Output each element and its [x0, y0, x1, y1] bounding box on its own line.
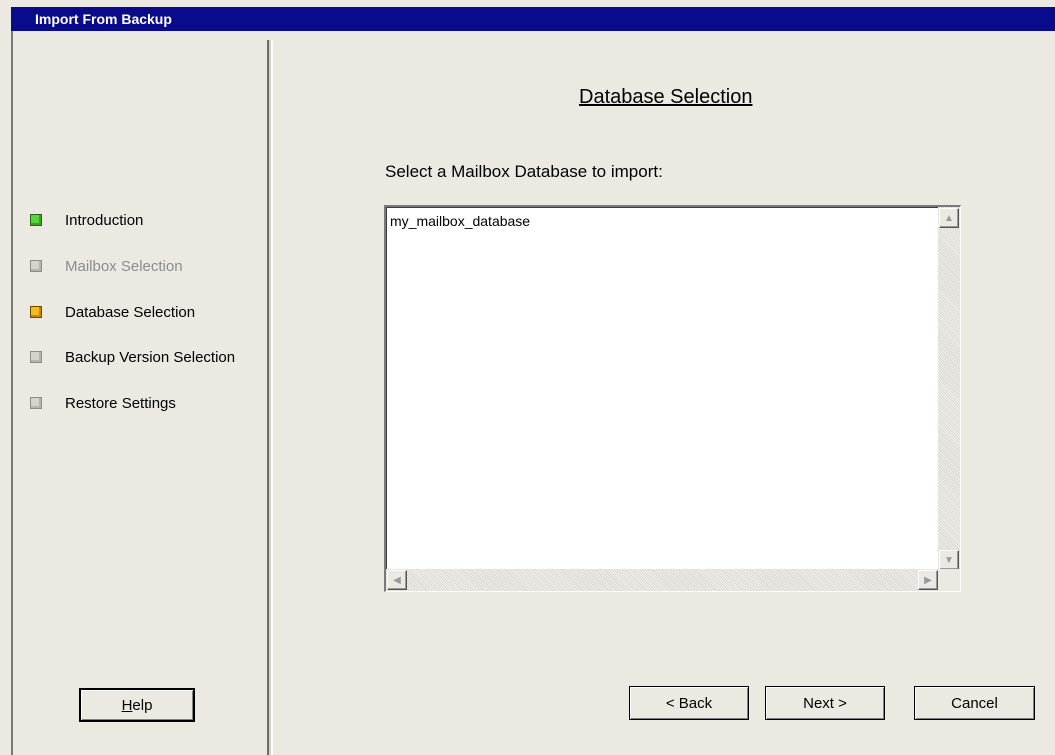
step-backup-version-selection: Backup Version Selection — [30, 347, 275, 367]
triangle-up-icon: ▲ — [944, 212, 954, 224]
list-item[interactable]: my_mailbox_database — [390, 213, 530, 229]
database-prompt: Select a Mailbox Database to import: — [385, 162, 663, 181]
back-button-label: < Back — [665, 694, 713, 712]
cancel-button-label: Cancel — [951, 694, 998, 712]
database-listbox[interactable]: my_mailbox_database ▲ ▼ ◀ ▶ — [384, 205, 961, 592]
step-label: Database Selection — [65, 303, 196, 321]
step-status-icon — [30, 397, 42, 409]
step-label: Mailbox Selection — [65, 257, 183, 275]
triangle-right-icon: ▶ — [924, 574, 932, 586]
triangle-left-icon: ◀ — [393, 574, 401, 586]
vertical-scrollbar[interactable]: ▲ ▼ — [938, 207, 960, 571]
next-button[interactable]: Next > — [765, 686, 885, 720]
next-button-label: Next > — [803, 694, 847, 712]
scroll-right-button[interactable]: ▶ — [918, 570, 938, 590]
page-title: Database Selection — [579, 86, 753, 108]
horizontal-scrollbar[interactable]: ◀ ▶ — [386, 569, 939, 591]
help-button-label: Help — [121, 696, 153, 714]
cancel-button[interactable]: Cancel — [914, 686, 1035, 720]
back-button[interactable]: < Back — [629, 686, 749, 720]
step-status-icon — [30, 351, 42, 363]
pane-divider — [267, 40, 273, 755]
window-title: Import From Backup — [11, 7, 1055, 31]
step-status-icon — [30, 306, 42, 318]
step-label: Introduction — [65, 211, 144, 229]
triangle-down-icon: ▼ — [944, 554, 954, 566]
step-database-selection: Database Selection — [30, 302, 275, 322]
wizard-steps-sidebar: Introduction Mailbox Selection Database … — [13, 31, 267, 755]
scrollbar-corner — [938, 569, 960, 591]
step-status-icon — [30, 214, 42, 226]
scroll-up-button[interactable]: ▲ — [939, 208, 959, 228]
import-wizard-window: Import From Backup Introduction Mailbox … — [0, 0, 1055, 755]
step-status-icon — [30, 260, 42, 272]
help-button[interactable]: Help — [79, 688, 195, 722]
step-mailbox-selection: Mailbox Selection — [30, 256, 275, 276]
scroll-left-button[interactable]: ◀ — [387, 570, 407, 590]
step-label: Backup Version Selection — [65, 348, 236, 366]
step-label: Restore Settings — [65, 394, 176, 412]
scroll-down-button[interactable]: ▼ — [939, 550, 959, 570]
step-restore-settings: Restore Settings — [30, 393, 275, 413]
step-introduction: Introduction — [30, 210, 275, 230]
